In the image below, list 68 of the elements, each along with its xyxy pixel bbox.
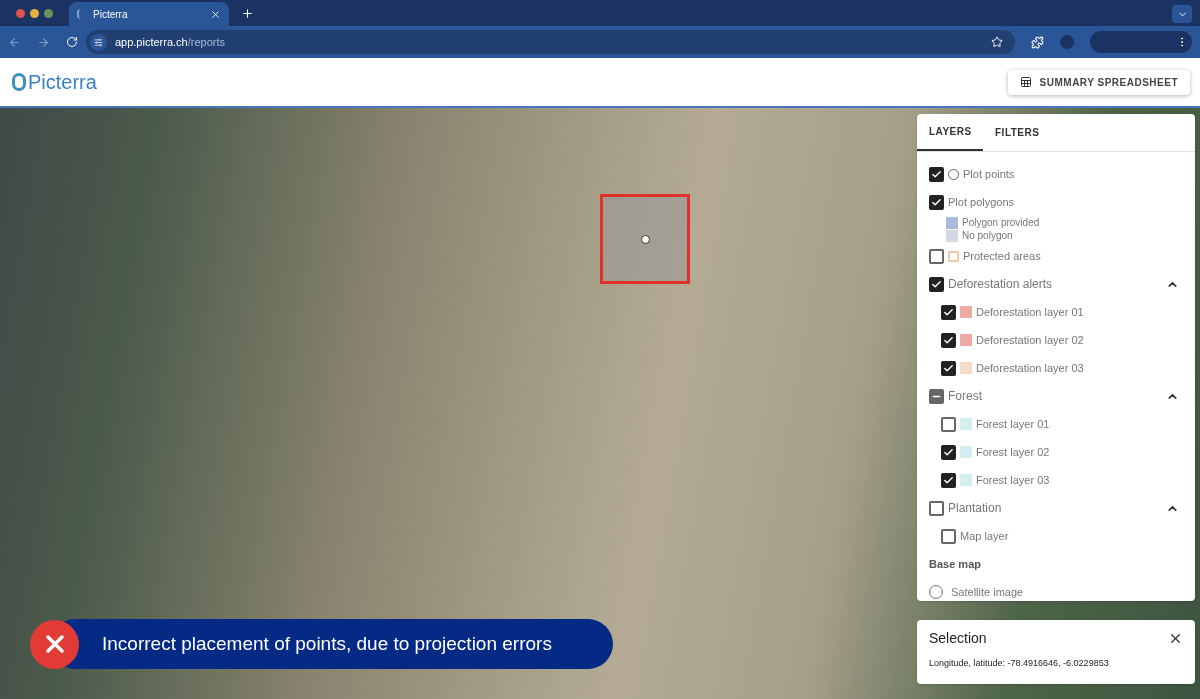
check-icon [931, 278, 942, 290]
minimize-window-icon[interactable] [30, 8, 39, 18]
layer-label: Forest layer 01 [976, 416, 1050, 432]
satellite-map[interactable] [0, 108, 1200, 699]
checkbox[interactable] [941, 444, 956, 460]
check-icon [943, 474, 954, 486]
layer-label: Deforestation layer 03 [976, 360, 1084, 376]
check-icon [931, 168, 942, 180]
checkbox[interactable] [929, 500, 944, 516]
check-icon [931, 196, 942, 208]
browser-tab[interactable]: Picterra [69, 2, 229, 26]
coordinates-text: Longitude, latitude: -78.4916646, -6.0229853 [929, 657, 1110, 670]
site-settings-icon[interactable] [89, 33, 107, 51]
legend-label: Polygon provided [962, 216, 1040, 230]
checkbox[interactable] [941, 416, 956, 432]
back-icon[interactable] [8, 35, 21, 49]
layer-label: Forest layer 02 [976, 444, 1050, 460]
check-icon [943, 362, 954, 374]
banner-text: Incorrect placement of points, due to projection errors [102, 631, 552, 656]
close-icon[interactable] [1168, 631, 1183, 646]
layer-label: Map layer [960, 528, 1009, 544]
extensions-icon[interactable] [1031, 35, 1045, 49]
checkbox[interactable] [941, 304, 956, 320]
group-label: Forest [948, 388, 982, 405]
checkbox[interactable] [941, 472, 956, 488]
panel-tab[interactable]: FILTERS [983, 114, 1052, 151]
check-icon [943, 306, 954, 318]
checkbox[interactable] [941, 360, 956, 376]
layer-label: Satellite image [951, 584, 1024, 600]
radio-button[interactable] [929, 585, 943, 599]
error-icon [30, 619, 79, 669]
layer-label: Plot polygons [948, 194, 1015, 210]
point-marker [640, 234, 650, 244]
maximize-window-icon[interactable] [44, 8, 53, 18]
checkbox[interactable] [929, 388, 944, 404]
forward-icon[interactable] [37, 35, 50, 49]
checkbox[interactable] [929, 166, 944, 182]
new-tab-icon[interactable] [241, 7, 254, 20]
layer-label: Deforestation layer 02 [976, 332, 1084, 348]
summary-spreadsheet-button[interactable]: SUMMARY SPREADSHEET [1007, 69, 1190, 95]
checkbox[interactable] [929, 248, 944, 264]
table-icon [1019, 76, 1032, 88]
address-bar[interactable]: app.picterra.ch/reports [85, 30, 1016, 54]
checkbox[interactable] [929, 194, 944, 210]
bookmark-star-icon[interactable] [991, 36, 1004, 48]
check-icon [943, 446, 954, 458]
logo-text: Picterra [28, 70, 97, 95]
close-icon[interactable] [210, 8, 221, 20]
tab-title: Picterra [93, 7, 128, 22]
reload-icon[interactable] [65, 36, 78, 48]
checkbox[interactable] [941, 528, 956, 544]
legend-label: No polygon [962, 229, 1013, 243]
check-icon [943, 334, 954, 346]
tab-menu-button[interactable] [1172, 5, 1192, 23]
layer-label: Protected areas [963, 248, 1041, 264]
close-window-icon[interactable] [16, 8, 25, 18]
layer-label: Forest layer 03 [976, 472, 1050, 488]
logo-icon [12, 73, 26, 91]
checkbox[interactable] [929, 276, 944, 292]
selection-title: Selection [929, 629, 987, 648]
panel-tab[interactable]: LAYERS [917, 114, 983, 151]
group-label: Deforestation alerts [948, 276, 1053, 293]
layer-label: Deforestation layer 01 [976, 304, 1084, 320]
section-heading: Base map [929, 556, 981, 572]
group-label: Plantation [948, 500, 1002, 517]
layer-label: Plot points [963, 166, 1015, 182]
url-text: app.picterra.ch/reports [114, 34, 225, 50]
checkbox[interactable] [941, 332, 956, 348]
